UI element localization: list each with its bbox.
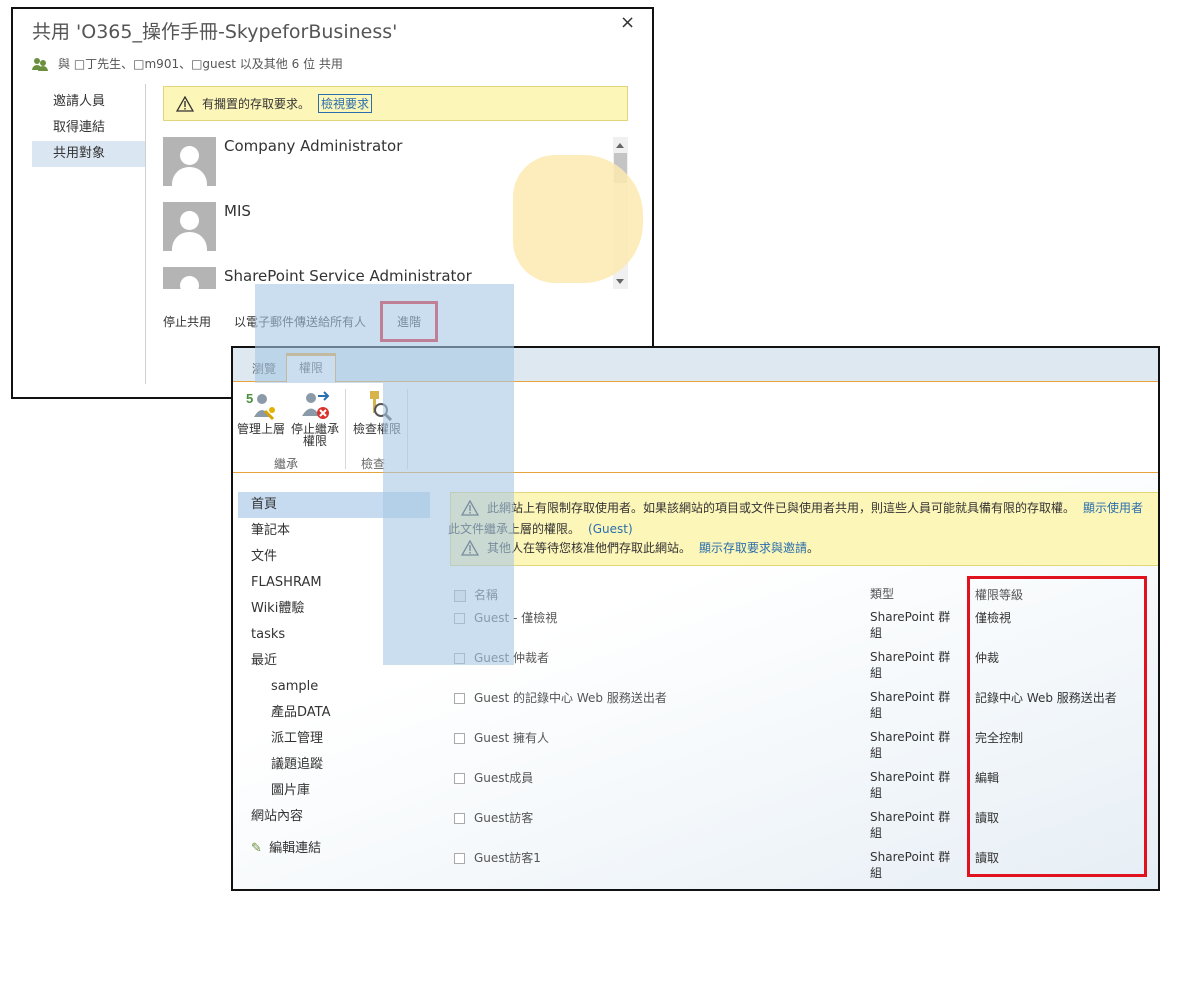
show-requests-link[interactable]: 顯示存取要求與邀請 [699,541,807,555]
person-name: MIS [224,202,251,220]
ribbon-divider [345,389,346,469]
avatar [163,137,216,186]
nav-invite-people[interactable]: 邀請人員 [32,89,145,115]
row-type: SharePoint 群組 [870,730,951,760]
divider [145,84,146,384]
row-name[interactable]: Guest 擁有人 [474,729,549,746]
row-type: SharePoint 群組 [870,610,951,640]
group-check-label: 檢查 [361,457,386,471]
stop-inherit-label-2: 權限 [302,434,327,448]
stop-sharing-link[interactable]: 停止共用 [163,313,211,330]
warning-icon [176,95,194,112]
nav-recent-product-data[interactable]: 產品DATA [238,700,430,726]
column-type[interactable]: 類型 [870,586,960,602]
pending-request-banner: 有擱置的存取要求。 檢視要求 [163,86,628,121]
share-nav: 邀請人員 取得連結 共用對象 [32,89,145,167]
watermark-shape [383,383,514,665]
avatar [163,267,216,289]
row-name[interactable]: Guest訪客 [474,809,533,826]
close-icon[interactable]: × [620,12,635,33]
people-icon [32,57,48,71]
row-checkbox[interactable] [454,773,465,784]
row-type: SharePoint 群組 [870,850,951,880]
scroll-up-icon[interactable] [616,143,624,148]
ribbon: 5 管理上層 停止繼承 權限 檢查權限 繼承 檢查 [233,383,1158,473]
row-name[interactable]: Guest訪客1 [474,849,541,866]
manage-parent-label: 管理上層 [236,422,285,436]
status-line-3: 其他人在等待您核准他們存取此網站。 顯示存取要求與邀請。 [461,539,819,556]
nav-recent-issues[interactable]: 議題追蹤 [238,752,430,778]
nav-recent-pictures[interactable]: 圖片庫 [238,778,430,804]
status-guest: (Guest) [588,521,633,536]
status-text-1: 此網站上有限制存取使用者。如果該網站的項目或文件已與使用者共用，則這些人員可能就… [487,501,1076,515]
edit-links-label: 編輯連結 [269,841,322,856]
pencil-icon: ✎ [251,841,262,856]
edit-links-button[interactable]: ✎ 編輯連結 [238,836,430,862]
scroll-down-icon[interactable] [616,279,624,284]
status-period: 。 [807,541,820,555]
dialog-title: 共用 'O365_操作手冊-SkypeforBusiness' [32,21,398,43]
banner-text: 有擱置的存取要求。 [202,97,311,111]
show-users-link[interactable]: 顯示使用者 [1083,499,1143,516]
nav-site-contents[interactable]: 網站內容 [238,804,430,830]
status-line-1: 此網站上有限制存取使用者。如果該網站的項目或文件已與使用者共用，則這些人員可能就… [461,499,1143,516]
highlight-box [967,576,1147,877]
row-checkbox[interactable] [454,853,465,864]
group-inherit-label: 繼承 [274,457,299,471]
nav-get-link[interactable]: 取得連結 [32,115,145,141]
row-type: SharePoint 群組 [870,650,951,680]
status-bar: 此網站上有限制存取使用者。如果該網站的項目或文件已與使用者共用，則這些人員可能就… [448,492,1158,566]
permissions-page: 瀏覽 權限 5 管理上層 停止繼承 權限 [231,346,1160,891]
svg-text:5: 5 [246,391,253,406]
stop-inheriting-button[interactable]: 停止繼承 權限 [288,389,342,447]
shared-with-text[interactable]: 與 □丁先生、□m901、□guest 以及其他 6 位 共用 [58,55,343,72]
manage-parent-button[interactable]: 5 管理上層 [236,389,286,435]
row-type: SharePoint 群組 [870,690,951,720]
nav-recent-dispatch[interactable]: 派工管理 [238,726,430,752]
row-type: SharePoint 群組 [870,810,951,840]
person-name: SharePoint Service Administrator [224,267,472,285]
row-name[interactable]: Guest 的記錄中心 Web 服務送出者 [474,689,667,706]
view-requests-link[interactable]: 檢視要求 [318,94,373,113]
row-name[interactable]: Guest成員 [474,769,533,786]
person-name: Company Administrator [224,137,403,155]
row-checkbox[interactable] [454,733,465,744]
nav-shared-with[interactable]: 共用對象 [32,141,145,167]
row-checkbox[interactable] [454,693,465,704]
row-checkbox[interactable] [454,813,465,824]
manage-parent-icon: 5 [246,391,275,421]
status-text-3: 其他人在等待您核准他們存取此網站。 [487,541,692,555]
avatar [163,202,216,251]
row-type: SharePoint 群組 [870,770,951,800]
nav-recent-sample[interactable]: sample [238,674,430,700]
shared-with-summary: 與 □丁先生、□m901、□guest 以及其他 6 位 共用 [32,55,343,72]
watermark-shape [255,284,514,383]
stop-inherit-icon [302,391,330,419]
watermark-shape [513,155,643,283]
